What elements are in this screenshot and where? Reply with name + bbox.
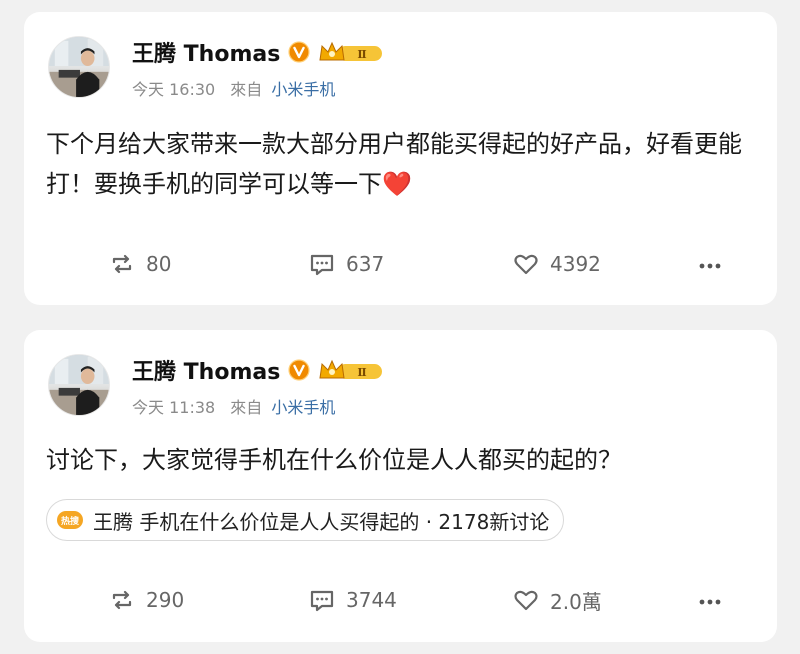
avatar-photo [49, 355, 109, 415]
author-name[interactable]: 王腾 Thomas Ⅱ [132, 36, 384, 68]
svg-text:Ⅱ: Ⅱ [358, 48, 367, 61]
heart-outline-icon [514, 254, 538, 275]
comment-icon [310, 590, 334, 612]
post-meta: 今天 16:30 來自 小米手机 [132, 76, 335, 100]
avatar[interactable] [48, 36, 110, 98]
like-count: 2.0萬 [550, 589, 602, 614]
comment-count: 3744 [346, 588, 397, 612]
crown-level-icon: Ⅱ [319, 359, 383, 379]
comment-icon [310, 254, 334, 276]
action-bar: 290 3744 2.0萬 [24, 580, 777, 620]
action-bar: 80 637 4392 [24, 244, 777, 284]
author-name-text[interactable]: 王腾 Thomas [132, 354, 280, 386]
repost-icon [112, 590, 132, 610]
svg-text:Ⅱ: Ⅱ [358, 366, 367, 379]
comment-button[interactable]: 3744 [308, 580, 397, 620]
like-button[interactable]: 2.0萬 [512, 580, 602, 620]
more-dots-icon [699, 263, 721, 269]
repost-count: 80 [146, 252, 172, 276]
verified-v-icon [288, 41, 310, 63]
post-time: 今天 11:38 [132, 398, 216, 417]
author-name-text[interactable]: 王腾 Thomas [132, 36, 280, 68]
post-body-text: 讨论下，大家觉得手机在什么价位是人人都买的起的？ [46, 446, 622, 474]
avatar[interactable] [48, 354, 110, 416]
post-body[interactable]: 讨论下，大家觉得手机在什么价位是人人都买的起的？ [46, 440, 756, 480]
topic-text: 王腾 手机在什么价位是人人买得起的 · 2178新讨论 [93, 509, 550, 534]
repost-button[interactable]: 80 [108, 244, 171, 284]
post-card[interactable]: 王腾 Thomas Ⅱ 今天 16:30 來自 小米手机 下个月给大家带来一款大… [24, 12, 777, 305]
post-time: 今天 16:30 [132, 80, 216, 99]
from-label: 來自 [230, 80, 263, 99]
source-link[interactable]: 小米手机 [271, 398, 335, 417]
more-dots-icon [699, 599, 721, 605]
source-link[interactable]: 小米手机 [271, 80, 335, 99]
heart-outline-icon [514, 590, 538, 611]
post-body[interactable]: 下个月给大家带来一款大部分用户都能买得起的好产品，好看更能打！要换手机的同学可以… [46, 124, 756, 204]
more-button[interactable] [696, 244, 724, 284]
repost-icon [112, 254, 132, 274]
post-meta: 今天 11:38 來自 小米手机 [132, 394, 335, 418]
like-count: 4392 [550, 252, 601, 276]
from-label: 來自 [230, 398, 263, 417]
verified-v-icon [288, 359, 310, 381]
author-name[interactable]: 王腾 Thomas Ⅱ [132, 354, 384, 386]
more-button[interactable] [696, 580, 724, 620]
hot-search-icon: 热搜 [57, 511, 83, 529]
topic-chip[interactable]: 热搜 王腾 手机在什么价位是人人买得起的 · 2178新讨论 [46, 499, 565, 541]
heart-emoji: ❤️ [382, 170, 412, 198]
repost-count: 290 [146, 588, 185, 612]
comment-button[interactable]: 637 [308, 244, 384, 284]
post-card[interactable]: 王腾 Thomas Ⅱ 今天 11:38 來自 小米手机 讨论下，大家觉得手机在… [24, 330, 777, 642]
crown-level-icon: Ⅱ [319, 41, 383, 61]
avatar-photo [49, 37, 109, 97]
repost-button[interactable]: 290 [108, 580, 184, 620]
like-button[interactable]: 4392 [512, 244, 601, 284]
comment-count: 637 [346, 252, 385, 276]
